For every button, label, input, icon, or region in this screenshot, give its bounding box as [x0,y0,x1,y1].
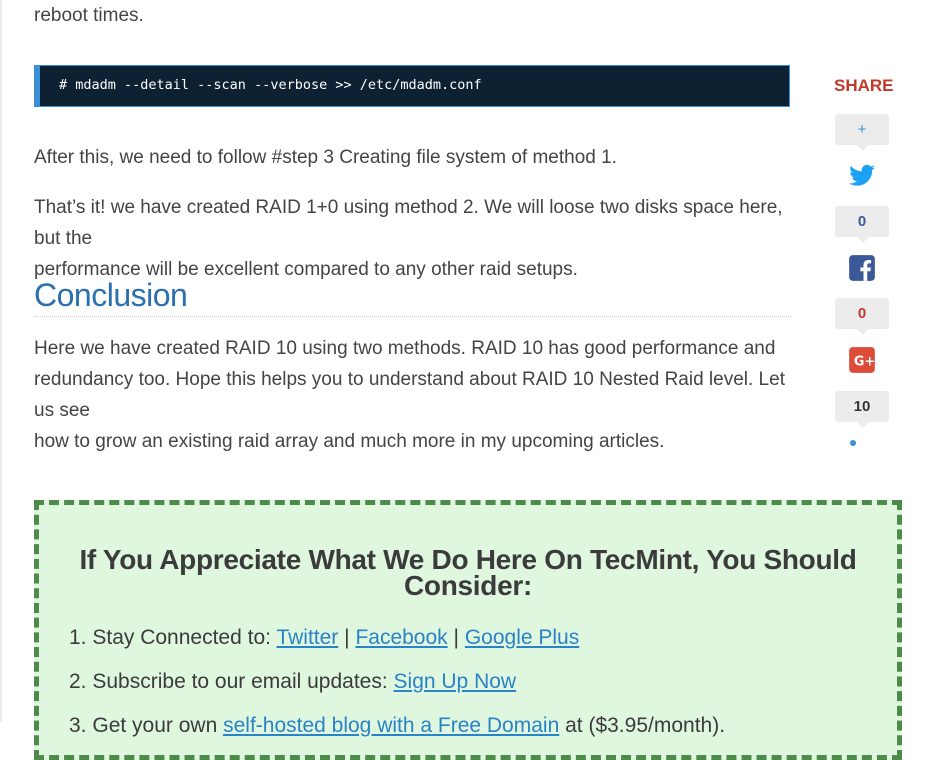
paragraph-line: how to grow an existing raid array and m… [34,431,665,452]
list-number: 3. [69,714,87,737]
paragraph-line: Here we have created RAID 10 using two m… [34,338,776,359]
list-number: 2. [69,670,87,693]
paragraph-line: That’s it! we have created RAID 1+0 usin… [34,197,783,249]
facebook-count-value: 0 [857,305,867,322]
google-plus-count-value: 10 [853,398,871,415]
conclusion-heading: Conclusion [34,277,188,313]
svg-text:G+: G+ [854,354,875,369]
paragraph-line: redundancy too. Hope this helps you to u… [34,369,785,421]
list-item-hosting: 3. Get your own self-hosted blog with a … [69,711,725,755]
hosting-link[interactable]: self-hosted blog with a Free Domain [223,714,559,737]
twitter-link[interactable]: Twitter [276,626,338,649]
facebook-icon[interactable] [848,254,876,282]
more-shares-dot [850,440,856,446]
facebook-share-count: 0 [835,298,889,335]
code-command[interactable]: # mdadm --detail --scan --verbose >> /et… [59,77,482,93]
list-text-tail: at ($3.95/month). [565,714,726,737]
appreciate-list: 1. Stay Connected to: Twitter | Facebook… [69,623,725,755]
sign-up-link[interactable]: Sign Up Now [394,670,517,693]
intro-paragraph-tail: reboot times. [34,5,144,26]
share-title: SHARE [834,76,894,95]
list-text: Get your own [92,714,224,737]
appreciate-title: If You Appreciate What We Do Here On Tec… [79,544,857,601]
twitter-icon[interactable] [848,162,876,190]
appreciate-box: If You Appreciate What We Do Here On Tec… [34,500,902,760]
list-item-stay-connected: 1. Stay Connected to: Twitter | Facebook… [69,623,725,667]
twitter-share-count: 0 [835,206,889,243]
list-number: 1. [69,626,87,649]
list-item-subscribe: 2. Subscribe to our email updates: Sign … [69,667,725,711]
left-border [0,0,2,722]
conclusion-paragraph: Here we have created RAID 10 using two m… [34,333,791,457]
twitter-count-value: 0 [857,213,867,230]
code-block: # mdadm --detail --scan --verbose >> /et… [34,65,790,107]
separator: | [453,626,459,649]
paragraph-raid-created: That’s it! we have created RAID 1+0 usin… [34,192,791,285]
google-plus-icon[interactable]: G+ [848,346,876,374]
facebook-link[interactable]: Facebook [355,626,447,649]
separator: | [344,626,350,649]
share-more-button[interactable]: + [835,114,889,151]
plus-icon: + [857,121,867,138]
paragraph-follow-step: After this, we need to follow #step 3 Cr… [34,147,617,168]
list-text: Stay Connected to: [92,626,277,649]
heading-divider [34,316,791,317]
google-plus-link[interactable]: Google Plus [465,626,579,649]
list-text: Subscribe to our email updates: [92,670,394,693]
google-plus-share-count: 10 [835,391,889,428]
